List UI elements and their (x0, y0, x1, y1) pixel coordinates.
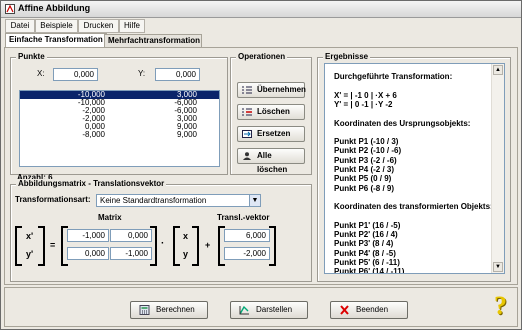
person-icon (243, 152, 251, 160)
result-line: Koordinaten des transformierten Objekts: (334, 202, 493, 212)
ergebnisse-group: Ergebnisse Durchgeführte Transformation:… (317, 52, 511, 282)
xprime-label: x' (26, 231, 34, 241)
bottom-bar: Berechnen Darstellen Beenden ? (4, 287, 518, 327)
transformationsart-select[interactable]: Keine Standardtransformation ▼ (96, 194, 261, 207)
punkte-group: Punkte X: Y: -10,0003,000 -10,000-6,000 … (10, 52, 228, 182)
alle-loeschen-button[interactable]: Alle löschen (237, 148, 305, 174)
menu-beispiele[interactable]: Beispiele (35, 19, 78, 33)
transl-t1-input[interactable] (224, 229, 270, 242)
title-bar: Affine Abbildung (1, 1, 521, 18)
tab-bar: Einfache Transformation Mehrfachtransfor… (1, 33, 521, 47)
result-line: Punkt P3' (8 / 4) (334, 239, 394, 249)
transl-t2-input[interactable] (224, 247, 270, 260)
y-input[interactable] (155, 68, 200, 81)
punkte-group-label: Punkte (16, 52, 47, 61)
matrix-m21-input[interactable] (67, 247, 109, 260)
plus-sign: + (205, 240, 211, 250)
result-line: Punkt P5' (6 / -11) (334, 258, 400, 267)
darstellen-button[interactable]: Darstellen (230, 301, 308, 319)
tab-mehrfachtransformation[interactable]: Mehrfachtransformation (104, 34, 202, 47)
points-list[interactable]: -10,000 3,000 -10,000 -6,000 -2,000 -6,000 … (19, 90, 220, 167)
transl-vektor-label: Transl.-vektor (217, 213, 270, 222)
menu-hilfe[interactable]: Hilfe (119, 19, 145, 33)
y-var-label: y (183, 249, 189, 259)
main-window: Affine Abbildung Datei Beispiele Drucken… (0, 0, 522, 330)
app-icon (5, 4, 15, 14)
matrix-label: Matrix (98, 213, 122, 222)
y-label: Y: (138, 69, 146, 78)
result-line: Punkt P6' (14 / -11) (334, 267, 405, 274)
chevron-down-icon: ▼ (249, 195, 260, 206)
result-line: Y' = | 0 -1 | ·Y -2 (334, 99, 393, 109)
result-line: Punkt P1 (-10 / 3) (334, 137, 399, 147)
operationen-group-label: Operationen (236, 52, 288, 61)
result-line: Punkt P5 (0 / 9) (334, 174, 392, 184)
delete-list-icon (242, 108, 252, 116)
bracket-left (15, 226, 22, 266)
close-icon (340, 305, 349, 315)
vector-bracket-right (192, 226, 199, 266)
menu-datei[interactable]: Datei (5, 19, 35, 33)
operationen-group: Operationen Übernehmen Löschen Ersetzen … (230, 52, 312, 175)
add-list-icon (242, 86, 252, 94)
result-line: Punkt P4' (8 / -5) (334, 248, 396, 258)
x-input[interactable] (53, 68, 98, 81)
graph-icon (239, 305, 249, 315)
list-item[interactable]: -8,000 9,000 (20, 131, 219, 139)
loeschen-button[interactable]: Löschen (237, 104, 305, 120)
ersetzen-button[interactable]: Ersetzen (237, 126, 305, 142)
result-line: Durchgeführte Transformation: (334, 72, 453, 81)
matrix-m11-input[interactable] (67, 229, 109, 242)
replace-icon (242, 130, 252, 138)
scroll-up-icon[interactable]: ▲ (493, 65, 503, 75)
tab-einfache-transformation[interactable]: Einfache Transformation (5, 33, 107, 47)
results-scrollbar[interactable]: ▲ ▼ (491, 64, 504, 273)
vector-bracket-left (173, 226, 180, 266)
result-line: X' = | -1 0 | ·X + 6 (334, 90, 397, 100)
menu-bar: Datei Beispiele Drucken Hilfe (1, 18, 521, 33)
menu-drucken[interactable]: Drucken (78, 19, 119, 33)
result-line: Punkt P4 (-2 / 3) (334, 165, 395, 174)
results-text[interactable]: Durchgeführte Transformation: X' = | -1 0… (324, 63, 505, 274)
result-line: Punkt P2' (16 / 4) (334, 230, 398, 240)
dot-sign: · (161, 238, 165, 249)
bracket-right (38, 226, 45, 266)
equals-sign: = (50, 240, 56, 250)
result-line: Koordinaten des Ursprungsobjekts: (334, 118, 471, 128)
transl-bracket-right (269, 226, 276, 266)
scroll-down-icon[interactable]: ▼ (493, 262, 503, 272)
ergebnisse-group-label: Ergebnisse (323, 52, 371, 61)
transformationsart-label: Transformationsart: (15, 195, 91, 204)
yprime-label: y' (26, 249, 34, 259)
berechnen-button[interactable]: Berechnen (130, 301, 208, 319)
x-label: X: (37, 69, 45, 78)
window-title: Affine Abbildung (18, 3, 91, 13)
matrix-group-label: Abbildungsmatrix - Translationsvektor (16, 179, 167, 188)
result-line: Punkt P3 (-2 / -6) (334, 155, 397, 165)
result-line: Punkt P6 (-8 / 9) (334, 183, 395, 193)
result-line: Punkt P1' (16 / -5) (334, 220, 401, 230)
result-line: Punkt P2 (-10 / -6) (334, 146, 402, 156)
main-panel: Punkte X: Y: -10,0003,000 -10,000-6,000 … (4, 47, 518, 285)
matrix-m12-input[interactable] (110, 229, 152, 242)
matrix-group: Abbildungsmatrix - Translationsvektor Tr… (10, 179, 312, 282)
x-var-label: x (183, 231, 189, 241)
calculator-icon (139, 305, 150, 315)
matrix-m22-input[interactable] (110, 247, 152, 260)
uebernehmen-button[interactable]: Übernehmen (237, 82, 306, 98)
help-icon[interactable]: ? (492, 291, 512, 320)
beenden-button[interactable]: Beenden (330, 301, 408, 319)
